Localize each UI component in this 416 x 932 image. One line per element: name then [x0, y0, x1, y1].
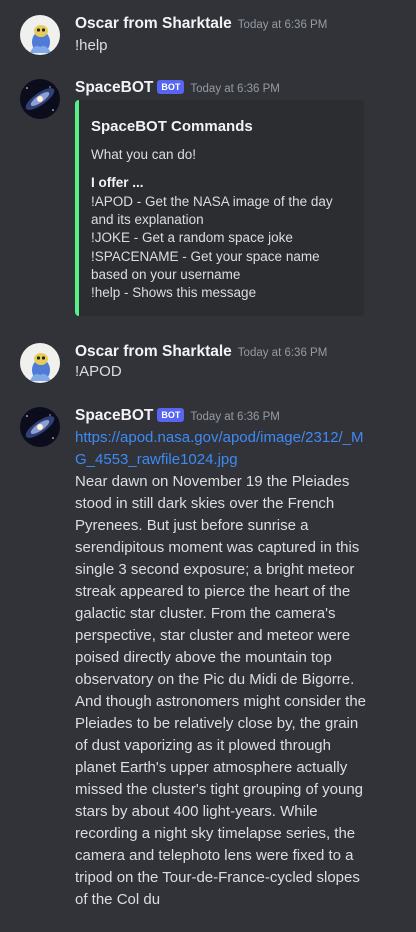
apod-explanation: Near dawn on November 19 the Pleiades st… [75, 473, 366, 908]
command-item: !APOD - Get the NASA image of the day an… [91, 194, 333, 228]
embed-title: SpaceBOT Commands [91, 118, 253, 135]
galaxy-icon [20, 79, 60, 119]
message-header: Oscar from Sharktale Today at 6:36 PM [75, 341, 327, 363]
username[interactable]: Oscar from Sharktale [75, 15, 232, 32]
galaxy-icon [20, 407, 60, 447]
command-list: !APOD - Get the NASA image of the day an… [91, 193, 341, 302]
username[interactable]: SpaceBOT [75, 407, 153, 424]
oscar-avatar[interactable] [20, 343, 60, 383]
message-oscar-2: Oscar from Sharktale Today at 6:36 PM !AP… [0, 341, 416, 385]
message-spacebot-2: SpaceBOT BOT Today at 6:36 PM https://apod… [0, 405, 416, 932]
timestamp: Today at 6:36 PM [190, 411, 280, 423]
message-oscar-1: Oscar from Sharktale Today at 6:36 PM !he… [0, 13, 416, 57]
message-spacebot-1: SpaceBOT BOT Today at 6:36 PM SpaceBOT Com… [0, 77, 416, 322]
message-text: !help [75, 37, 108, 54]
message-header: Oscar from Sharktale Today at 6:36 PM [75, 13, 327, 35]
timestamp: Today at 6:36 PM [237, 19, 328, 31]
spacebot-avatar[interactable] [20, 407, 60, 447]
message-text: !APOD [75, 363, 122, 380]
apod-image-link[interactable]: https://apod.nasa.gov/apod/image/2312/_M… [75, 429, 364, 468]
command-item: !JOKE - Get a random space joke [91, 230, 293, 246]
timestamp: Today at 6:36 PM [190, 83, 280, 95]
username[interactable]: SpaceBOT [75, 79, 153, 96]
apod-link-container: https://apod.nasa.gov/apod/image/2312/_M… [75, 427, 367, 471]
message-header: SpaceBOT BOT Today at 6:36 PM [75, 405, 280, 427]
timestamp: Today at 6:36 PM [237, 347, 328, 359]
command-embed: SpaceBOT Commands What you can do! I off… [75, 100, 364, 316]
oscar-avatar[interactable] [20, 15, 60, 55]
bot-badge: BOT [157, 80, 185, 94]
embed-subheading: I offer ... [91, 175, 144, 190]
shark-icon [20, 15, 60, 55]
username[interactable]: Oscar from Sharktale [75, 343, 232, 360]
shark-icon [20, 343, 60, 383]
embed-description: What you can do! [91, 147, 197, 162]
spacebot-avatar[interactable] [20, 79, 60, 119]
command-item: !SPACENAME - Get your space name based o… [91, 248, 320, 282]
command-item: !help - Shows this message [91, 285, 257, 301]
message-header: SpaceBOT BOT Today at 6:36 PM [75, 77, 280, 99]
bot-badge: BOT [157, 408, 185, 422]
